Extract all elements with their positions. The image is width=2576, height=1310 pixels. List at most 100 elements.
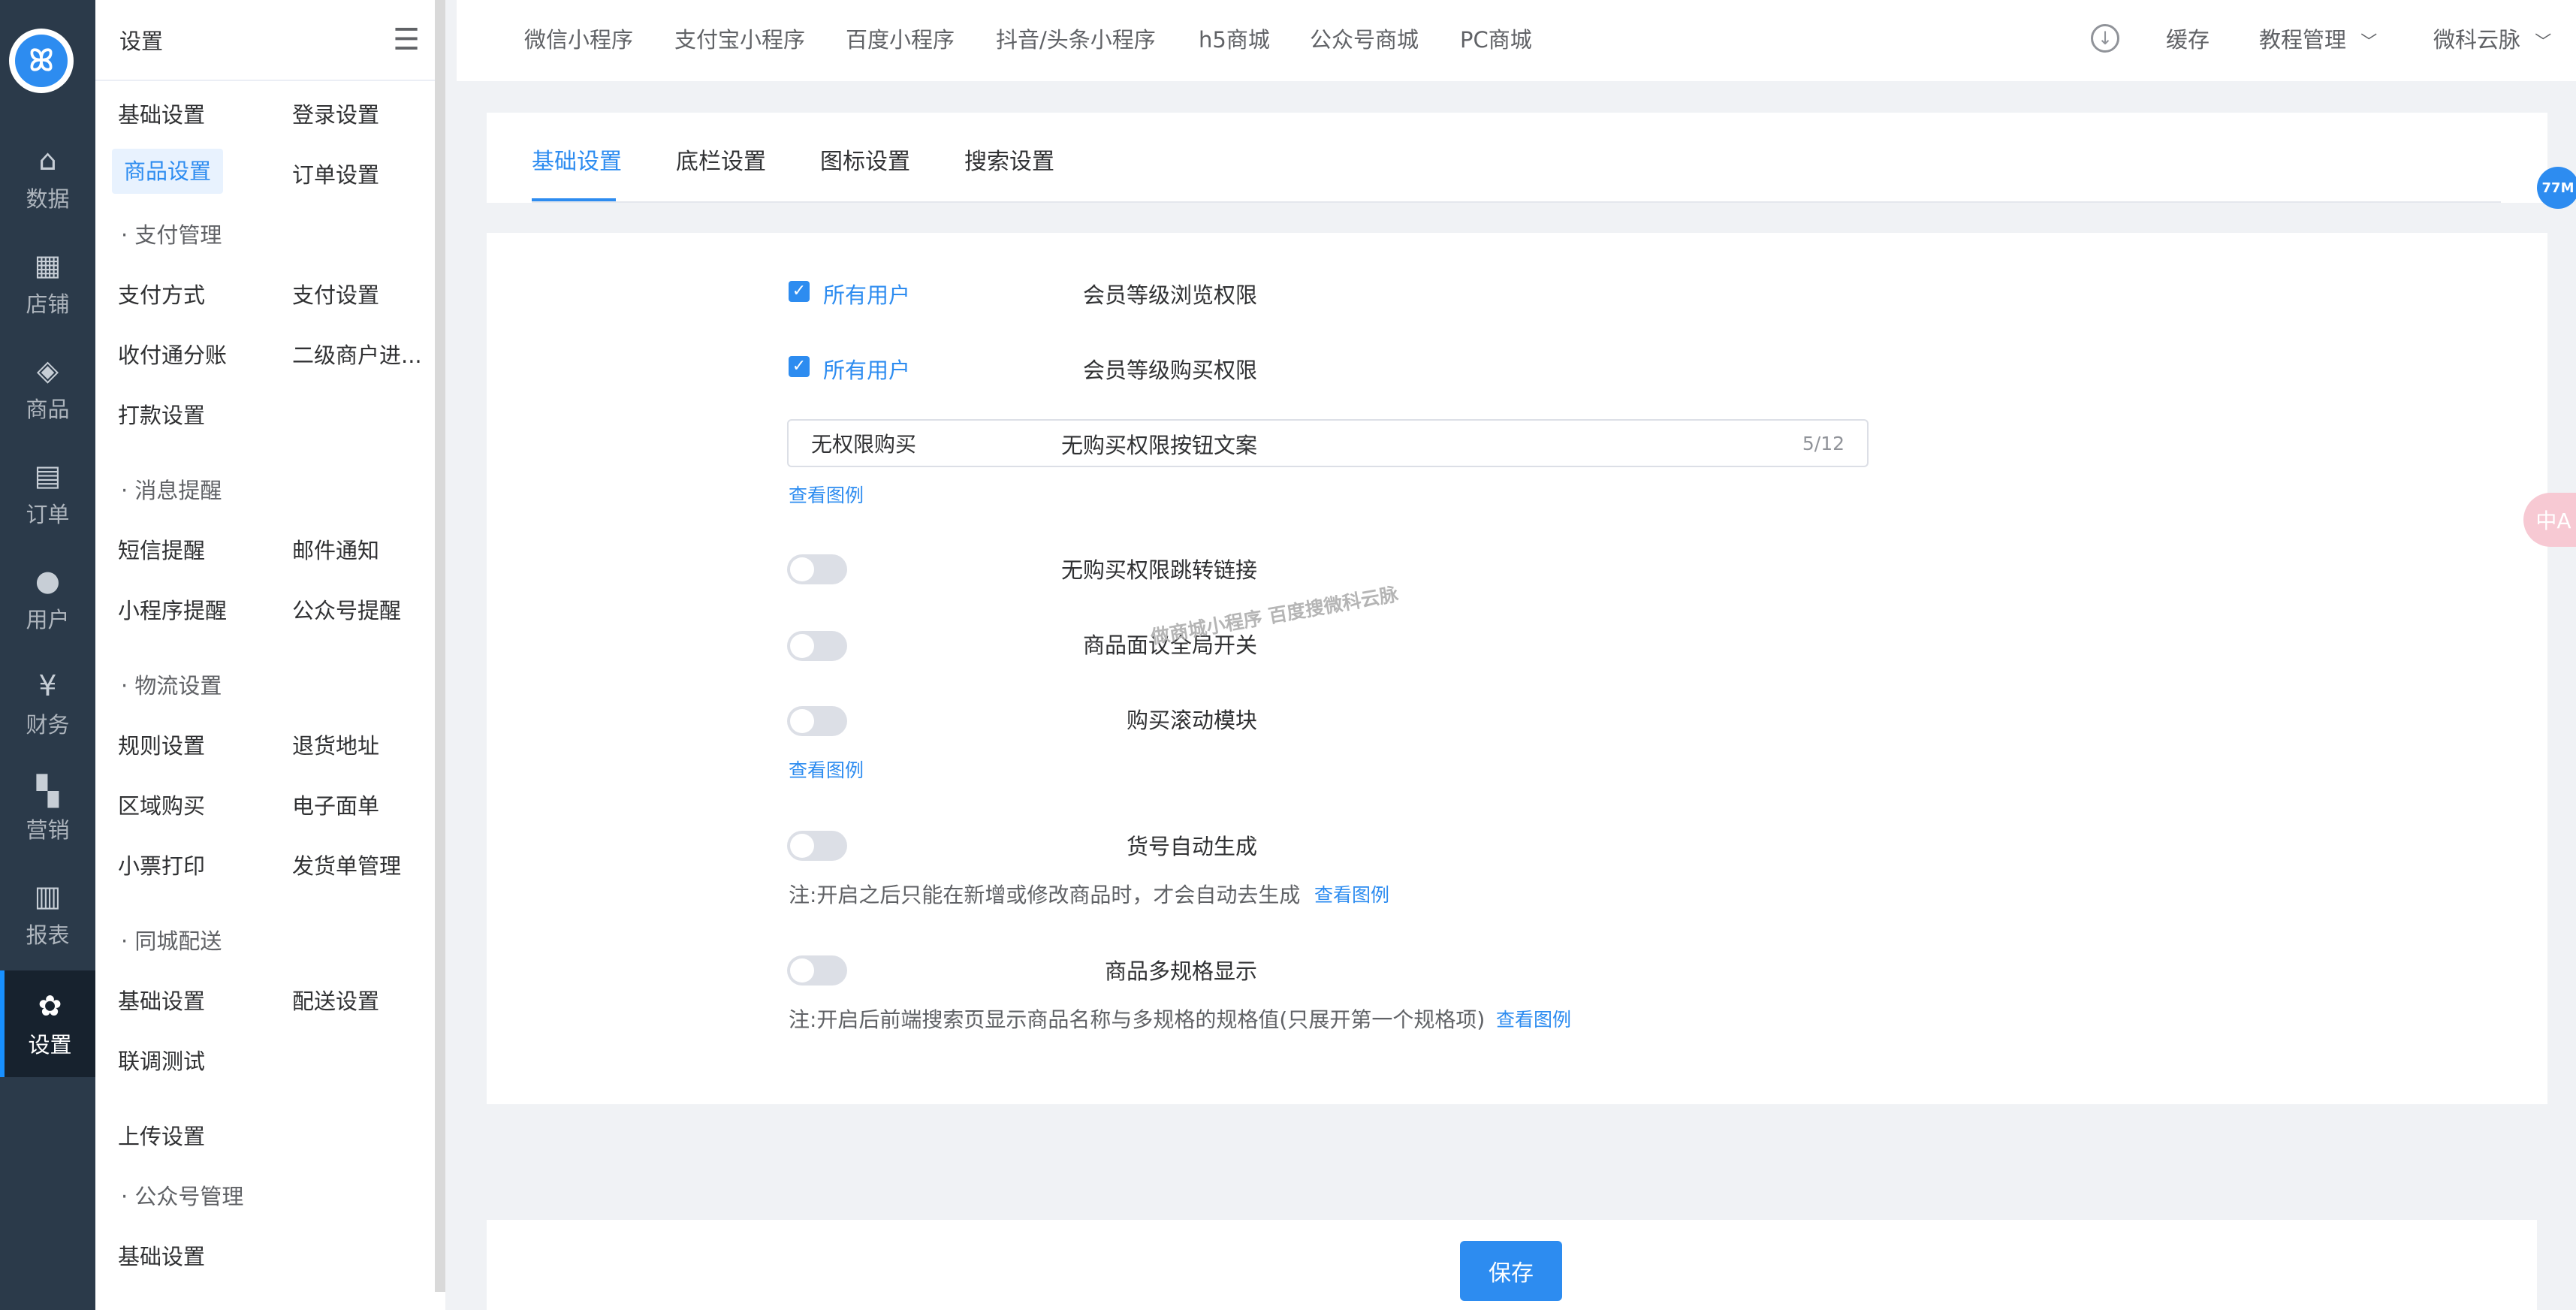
rail-item-order[interactable]: ▤ 订单 bbox=[0, 445, 95, 542]
top-tab-baidu[interactable]: 百度小程序 bbox=[846, 23, 955, 54]
view-permission-checkbox[interactable]: ✓ bbox=[789, 281, 810, 302]
rail-item-report[interactable]: ▥ 报表 bbox=[0, 865, 95, 963]
tab-bottom-bar[interactable]: 底栏设置 bbox=[676, 143, 766, 176]
submenu-item-joint-test[interactable]: 联调测试 bbox=[118, 1044, 205, 1076]
rail-item-goods[interactable]: ◈ 商品 bbox=[0, 340, 95, 437]
rail-item-finance[interactable]: ¥ 财务 bbox=[0, 655, 95, 753]
tab-search[interactable]: 搜索设置 bbox=[964, 143, 1054, 176]
submenu-item-delivery-settings[interactable]: 配送设置 bbox=[292, 984, 379, 1016]
no-buy-text-input[interactable]: 无权限购买 5/12 bbox=[787, 419, 1869, 467]
submenu-item-order[interactable]: 订单设置 bbox=[292, 158, 379, 189]
marketing-icon: ▚ bbox=[36, 774, 59, 807]
rail-item-data[interactable]: ⌂ 数据 bbox=[0, 129, 95, 227]
submenu-item-sms[interactable]: 短信提醒 bbox=[118, 533, 205, 565]
tab-icons[interactable]: 图标设置 bbox=[820, 143, 910, 176]
gear-icon: ✿ bbox=[38, 989, 62, 1022]
order-icon: ▤ bbox=[34, 459, 62, 492]
char-counter: 5/12 bbox=[1802, 432, 1845, 454]
no-buy-text-value: 无权限购买 bbox=[811, 432, 917, 457]
submenu-item-receipt-print[interactable]: 小票打印 bbox=[118, 849, 205, 880]
collapse-menu-icon[interactable]: ☰ bbox=[393, 23, 420, 57]
settings-submenu: 设置 ☰ 基础设置 登录设置 商品设置 订单设置 · 支付管理 支付方式 支付设… bbox=[95, 0, 445, 1310]
rail-item-marketing[interactable]: ▚ 营销 bbox=[0, 760, 95, 858]
submenu-item-official-notify[interactable]: 公众号提醒 bbox=[292, 593, 401, 625]
cache-button[interactable]: 缓存 bbox=[2166, 23, 2210, 54]
goods-settings-form: 会员等级浏览权限 ✓ 所有用户 会员等级购买权限 ✓ 所有用户 无购买权限按钮文… bbox=[487, 233, 2547, 1104]
submenu-item-e-waybill[interactable]: 电子面单 bbox=[292, 789, 379, 820]
rail-item-settings[interactable]: ✿ 设置 bbox=[0, 970, 95, 1077]
rail-item-label: 营销 bbox=[26, 817, 70, 843]
submenu-group-payment: · 支付管理 bbox=[121, 222, 222, 248]
top-tab-h5[interactable]: h5商城 bbox=[1199, 23, 1270, 54]
report-icon: ▥ bbox=[34, 880, 62, 913]
translate-icon[interactable]: 中A bbox=[2523, 493, 2576, 547]
tab-basic[interactable]: 基础设置 bbox=[532, 143, 622, 176]
sku-auto-switch[interactable] bbox=[787, 831, 847, 861]
rail-item-shop[interactable]: ▦ 店铺 bbox=[0, 234, 95, 332]
submenu-group-logistics: · 物流设置 bbox=[121, 673, 222, 699]
submenu-item-email[interactable]: 邮件通知 bbox=[292, 533, 379, 565]
submenu-item-upload[interactable]: 上传设置 bbox=[118, 1119, 205, 1151]
view-example-link[interactable]: 查看图例 bbox=[789, 481, 864, 508]
view-permission-label: 会员等级浏览权限 bbox=[1082, 282, 1257, 308]
rail-item-user[interactable]: ● 用户 bbox=[0, 550, 95, 647]
user-icon: ● bbox=[35, 564, 61, 597]
submenu-group-city-delivery: · 同城配送 bbox=[121, 928, 222, 954]
sku-auto-label: 货号自动生成 bbox=[1126, 834, 1257, 859]
buy-permission-label: 会员等级购买权限 bbox=[1082, 358, 1257, 383]
submenu-header: 设置 ☰ bbox=[95, 0, 445, 81]
negotiate-switch[interactable] bbox=[787, 631, 847, 661]
multi-spec-note: 注:开启后前端搜索页显示商品名称与多规格的规格值(只展开第一个规格项) bbox=[789, 1007, 1486, 1032]
view-example-link[interactable]: 查看图例 bbox=[789, 756, 864, 783]
buy-permission-checkbox[interactable]: ✓ bbox=[789, 356, 810, 377]
icon-rail: ꕤ ⌂ 数据 ▦ 店铺 ◈ 商品 ▤ 订单 ● 用户 ¥ 财务 ▚ 营销 ▥ 报… bbox=[0, 0, 95, 1310]
top-tab-alipay[interactable]: 支付宝小程序 bbox=[674, 23, 805, 54]
multi-spec-switch[interactable] bbox=[787, 955, 847, 986]
submenu-item-rules[interactable]: 规则设置 bbox=[118, 729, 205, 760]
submenu-item-region-buy[interactable]: 区域购买 bbox=[118, 789, 205, 820]
submenu-item-miniapp-notify[interactable]: 小程序提醒 bbox=[118, 593, 227, 625]
top-tab-wechat[interactable]: 微信小程序 bbox=[524, 23, 633, 54]
view-example-link[interactable]: 查看图例 bbox=[1314, 880, 1389, 907]
rail-item-label: 店铺 bbox=[26, 291, 70, 317]
submenu-item-basic[interactable]: 基础设置 bbox=[118, 98, 205, 129]
top-tab-official[interactable]: 公众号商城 bbox=[1310, 23, 1419, 54]
submenu-item-payout[interactable]: 打款设置 bbox=[118, 398, 205, 430]
submenu-scrollbar[interactable] bbox=[435, 0, 445, 1292]
submenu-item-split[interactable]: 收付通分账 bbox=[118, 338, 227, 370]
submenu-item-shipping-docs[interactable]: 发货单管理 bbox=[292, 849, 401, 880]
submenu-item-pay-settings[interactable]: 支付设置 bbox=[292, 278, 379, 309]
submenu-item-sub-merchant[interactable]: 二级商户进... bbox=[292, 338, 422, 370]
save-button[interactable]: 保存 bbox=[1460, 1241, 1562, 1301]
sku-auto-note: 注:开启之后只能在新增或修改商品时，才会自动去生成 bbox=[789, 883, 1301, 907]
home-icon: ⌂ bbox=[38, 143, 57, 177]
no-buy-link-switch[interactable] bbox=[787, 554, 847, 584]
user-name: 微科云脉 bbox=[2433, 27, 2521, 53]
submenu-group-messages: · 消息提醒 bbox=[121, 478, 222, 503]
submenu-item-mp-basic[interactable]: 基础设置 bbox=[118, 1239, 205, 1271]
user-menu[interactable]: 微科云脉 ﹀ bbox=[2433, 23, 2551, 54]
rail-item-label: 报表 bbox=[26, 922, 70, 948]
top-tab-douyin[interactable]: 抖音/头条小程序 bbox=[996, 23, 1156, 54]
submenu-item-login[interactable]: 登录设置 bbox=[292, 98, 379, 129]
app-logo[interactable]: ꕤ bbox=[9, 29, 74, 93]
submenu-item-pay-method[interactable]: 支付方式 bbox=[118, 278, 205, 309]
view-example-link[interactable]: 查看图例 bbox=[1496, 1005, 1571, 1032]
download-icon[interactable]: ↓ bbox=[2091, 24, 2119, 53]
submenu-group-official-account: · 公众号管理 bbox=[121, 1184, 244, 1209]
submenu-item-return-address[interactable]: 退货地址 bbox=[292, 729, 379, 760]
shop-icon: ▦ bbox=[34, 249, 62, 282]
memory-badge[interactable]: 77M bbox=[2537, 167, 2576, 209]
bag-icon: ◈ bbox=[36, 354, 59, 387]
buy-permission-value[interactable]: 所有用户 bbox=[823, 353, 910, 385]
rail-item-label: 用户 bbox=[26, 607, 70, 632]
logo-icon: ꕤ bbox=[15, 35, 68, 87]
tutorial-menu[interactable]: 教程管理 ﹀ bbox=[2259, 23, 2377, 54]
submenu-item-goods[interactable]: 商品设置 bbox=[112, 149, 224, 194]
submenu-item-city-basic[interactable]: 基础设置 bbox=[118, 984, 205, 1016]
finance-icon: ¥ bbox=[38, 669, 57, 702]
top-tab-pc[interactable]: PC商城 bbox=[1460, 23, 1532, 54]
scroll-module-switch[interactable] bbox=[787, 706, 847, 736]
rail-item-label: 设置 bbox=[28, 1032, 72, 1058]
view-permission-value[interactable]: 所有用户 bbox=[823, 278, 910, 309]
